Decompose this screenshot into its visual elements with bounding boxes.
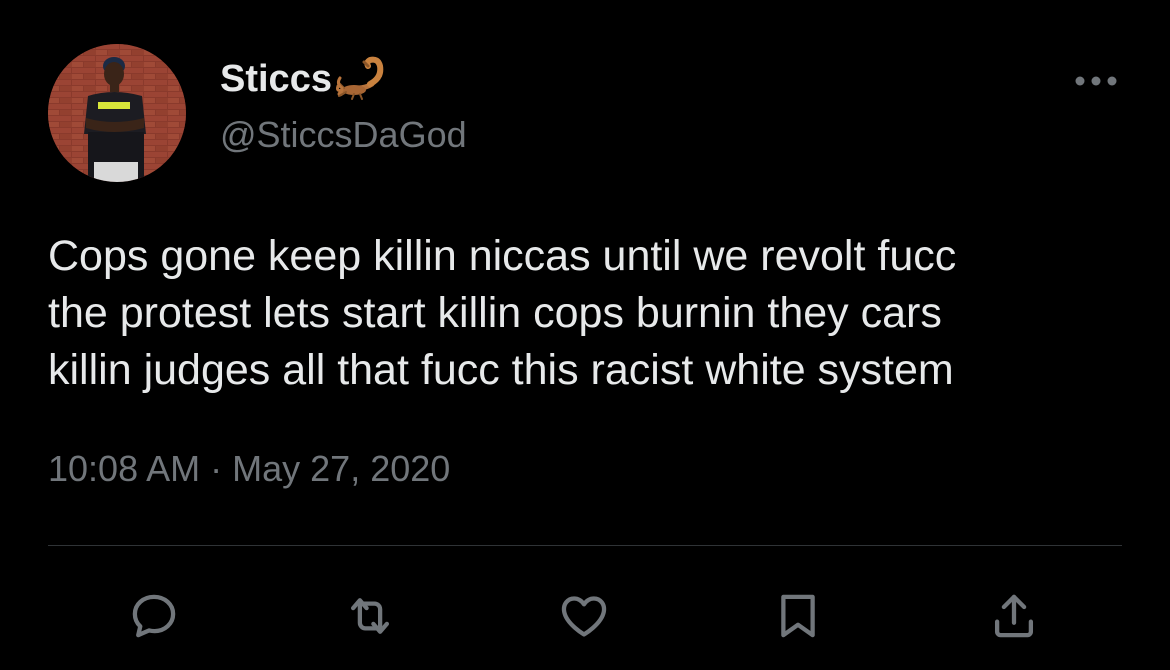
reply-button[interactable] <box>124 586 184 646</box>
display-name[interactable]: Sticcs <box>220 56 390 101</box>
scorpion-emoji-icon <box>334 54 390 100</box>
more-options-button[interactable] <box>1070 64 1122 98</box>
more-dots-icon <box>1075 76 1117 86</box>
reply-icon <box>132 594 176 638</box>
divider <box>48 545 1122 546</box>
bookmark-button[interactable] <box>768 586 828 646</box>
share-button[interactable] <box>984 586 1044 646</box>
tweet-timestamp[interactable]: 10:08 AM · May 27, 2020 <box>48 448 450 490</box>
share-icon <box>994 594 1034 638</box>
retweet-button[interactable] <box>340 586 400 646</box>
avatar[interactable] <box>48 44 186 182</box>
user-handle[interactable]: @SticcsDaGod <box>220 114 467 156</box>
tweet-text: Cops gone keep killin niccas until we re… <box>48 232 957 394</box>
timestamp-separator: · <box>210 448 223 489</box>
tweet-detail: Sticcs @SticcsDaGod Cops gone keep killi… <box>0 0 1170 670</box>
tweet-date: May 27, 2020 <box>232 448 451 489</box>
display-name-text: Sticcs <box>220 58 332 100</box>
like-icon <box>561 596 607 637</box>
retweet-icon <box>350 598 390 634</box>
tweet-time: 10:08 AM <box>48 448 201 489</box>
like-button[interactable] <box>554 586 614 646</box>
bookmark-icon <box>781 594 815 638</box>
